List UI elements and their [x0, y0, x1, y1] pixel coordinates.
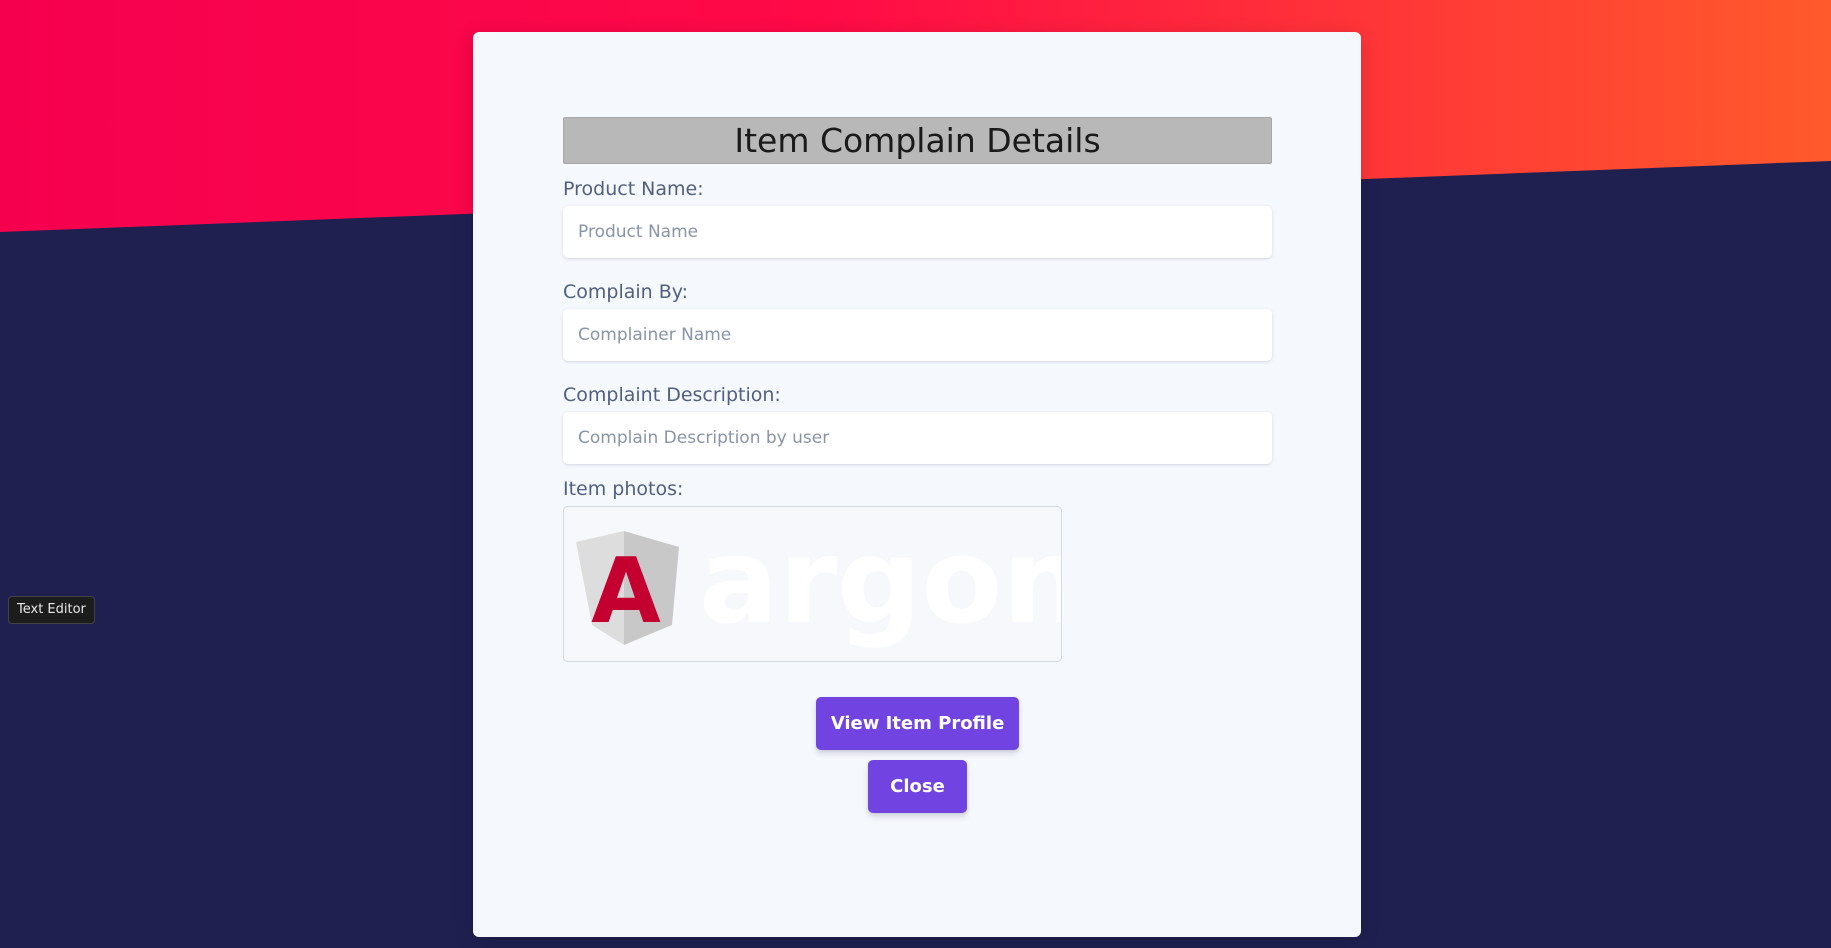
modal-body: Item Complain Details Product Name: Comp… [563, 117, 1272, 813]
text-editor-tooltip: Text Editor [8, 596, 95, 624]
complain-by-group: Complain By: [563, 280, 1272, 361]
complaint-description-input[interactable] [563, 412, 1272, 464]
angular-logo-icon: A [576, 531, 679, 645]
complaint-details-modal: Item Complain Details Product Name: Comp… [473, 32, 1361, 937]
angular-argon-logo-image: A argon [576, 512, 1062, 650]
product-name-input[interactable] [563, 206, 1272, 258]
svg-text:A: A [591, 539, 661, 644]
complaint-description-group: Complaint Description: [563, 383, 1272, 464]
modal-title: Item Complain Details [563, 117, 1272, 164]
product-name-group: Product Name: [563, 177, 1272, 258]
product-name-label: Product Name: [563, 178, 704, 200]
complainer-name-input[interactable] [563, 309, 1272, 361]
argon-wordmark: argon [699, 512, 1062, 650]
item-photos-label: Item photos: [563, 478, 684, 500]
complain-by-label: Complain By: [563, 281, 689, 303]
item-photo[interactable]: A argon [563, 506, 1062, 662]
complaint-description-label: Complaint Description: [563, 384, 781, 406]
close-button[interactable]: Close [868, 760, 967, 813]
action-buttons: View Item Profile Close [563, 697, 1272, 813]
view-item-profile-button[interactable]: View Item Profile [816, 697, 1019, 750]
